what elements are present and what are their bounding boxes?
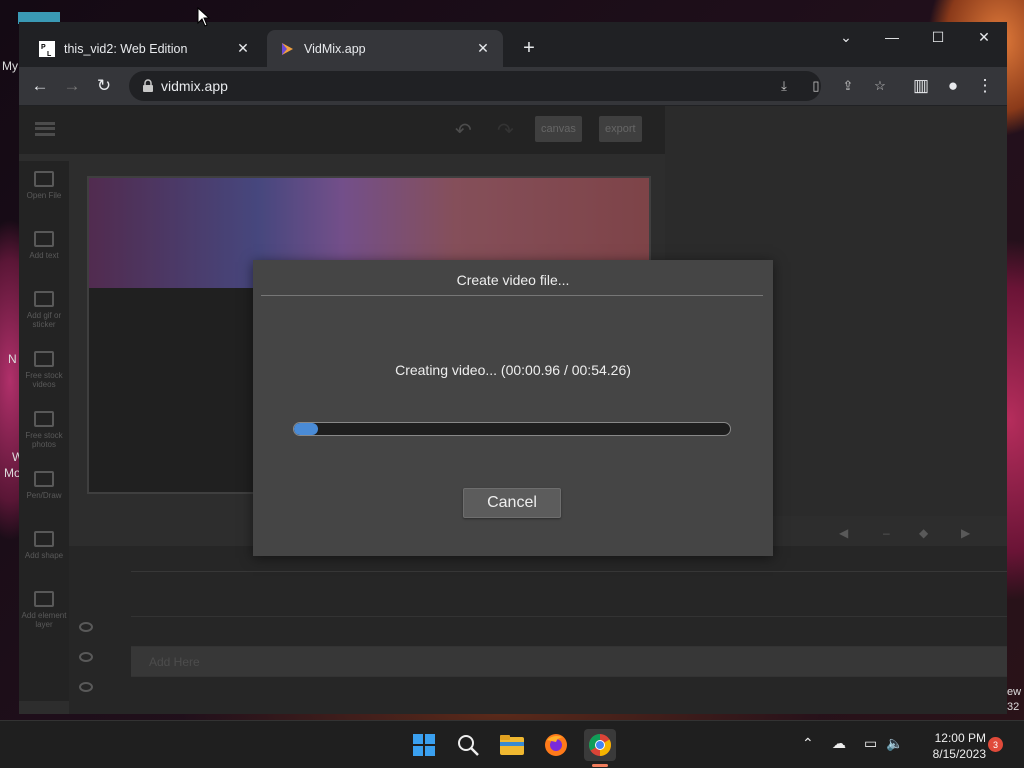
close-tab-icon[interactable]: ✕: [475, 40, 491, 57]
desktop-label[interactable]: ew: [1007, 686, 1021, 698]
maximize-icon[interactable]: ☐: [915, 22, 961, 52]
clock-date: 8/15/2023: [932, 747, 986, 761]
desktop-label[interactable]: N: [8, 352, 17, 366]
file-explorer-icon[interactable]: [496, 729, 528, 761]
progress-status-text: Creating video... (00:00.96 / 00:54.26): [395, 362, 631, 378]
install-app-icon[interactable]: ⤓: [773, 75, 795, 97]
profile-icon[interactable]: ●: [938, 71, 968, 101]
tab-this-vid2[interactable]: PL this_vid2: Web Edition ✕: [27, 30, 263, 67]
side-panel-icon[interactable]: ▥: [906, 71, 936, 101]
notification-badge[interactable]: 3: [988, 737, 1003, 752]
tab-strip: PL this_vid2: Web Edition ✕ VidMix.app ✕…: [19, 22, 1007, 67]
chevron-up-icon[interactable]: ⌃: [802, 735, 814, 752]
bookmark-star-icon[interactable]: ☆: [869, 75, 891, 97]
volume-icon[interactable]: 🔈: [886, 735, 903, 752]
browser-toolbar: ← → ↻ vidmix.app ⤓ ▯ ⇪ ☆ ▥ ● ⋮: [19, 67, 1007, 105]
minimize-icon[interactable]: —: [869, 22, 915, 52]
close-icon[interactable]: ✕: [961, 22, 1007, 52]
address-bar[interactable]: vidmix.app ⤓ ▯ ⇪ ☆: [129, 71, 886, 101]
tab-vidmix[interactable]: VidMix.app ✕: [267, 30, 503, 67]
url-text[interactable]: vidmix.app: [161, 78, 228, 94]
browser-window: PL this_vid2: Web Edition ✕ VidMix.app ✕…: [19, 22, 1007, 714]
forward-arrow-icon[interactable]: →: [57, 71, 87, 101]
svg-text:P: P: [41, 44, 46, 51]
dialog-title: Create video file...: [456, 272, 570, 288]
tab-title: this_vid2: Web Edition: [64, 41, 188, 56]
dialog-divider: [261, 295, 763, 296]
chrome-icon[interactable]: [584, 729, 616, 761]
onedrive-offline-icon[interactable]: ☁: [832, 735, 846, 752]
new-tab-button[interactable]: +: [517, 36, 541, 60]
lock-icon: [143, 79, 153, 92]
menu-kebab-icon[interactable]: ⋮: [970, 71, 1000, 101]
vidmix-app: ↶ ↷ canvas export Open File Add text Add…: [19, 106, 1007, 714]
svg-text:L: L: [47, 51, 52, 57]
tab-title: VidMix.app: [304, 41, 366, 56]
pl-logo-icon: PL: [39, 40, 55, 57]
active-app-indicator: [592, 764, 608, 767]
cancel-button[interactable]: Cancel: [463, 488, 561, 518]
back-arrow-icon[interactable]: ←: [25, 71, 55, 101]
network-icon[interactable]: ▭: [864, 735, 877, 752]
chevron-down-icon[interactable]: ⌄: [823, 22, 869, 52]
clock-time: 12:00 PM: [934, 731, 986, 745]
save-page-icon[interactable]: ▯: [805, 75, 827, 97]
system-clock[interactable]: 12:00 PM 8/15/2023: [912, 730, 986, 762]
play-triangle-icon: [279, 41, 295, 57]
taskbar: ⌃ ☁ ▭ 🔈 12:00 PM 8/15/2023 3: [0, 720, 1024, 768]
progress-fill: [294, 423, 318, 435]
reload-icon[interactable]: ↻: [89, 71, 119, 101]
progress-bar: [293, 422, 731, 436]
share-icon[interactable]: ⇪: [837, 75, 859, 97]
mouse-cursor-icon: [197, 7, 211, 27]
firefox-icon[interactable]: [540, 729, 572, 761]
desktop-label[interactable]: My: [2, 59, 18, 73]
create-video-dialog: Create video file... Creating video... (…: [253, 260, 773, 556]
search-icon[interactable]: [452, 729, 484, 761]
close-tab-icon[interactable]: ✕: [235, 40, 251, 57]
windows-start-icon[interactable]: [408, 729, 440, 761]
desktop-label[interactable]: 32: [1007, 701, 1019, 713]
